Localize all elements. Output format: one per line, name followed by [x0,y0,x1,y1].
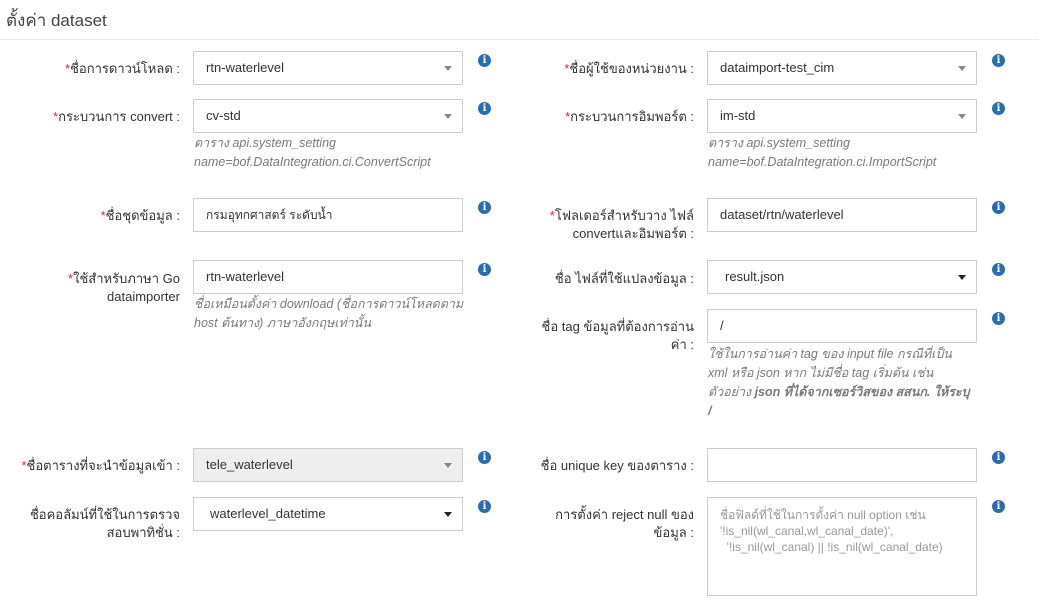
import-table-select: tele_waterlevel [193,448,463,482]
info-icon[interactable]: i [992,54,1005,67]
partition-column-select[interactable]: waterlevel_datetime [193,497,463,531]
convert-process-label: *กระบวนการ convert : [20,108,180,126]
reject-null-label-line2: ข้อมูล : [653,525,694,540]
convert-process-select[interactable]: cv-std [193,99,463,133]
download-name-label: *ชื่อการดาวน์โหลด : [20,60,180,78]
agency-user-label-text: ชื่อผู้ใช้ของหน่วยงาน : [569,61,694,76]
info-icon[interactable]: i [478,263,491,276]
info-icon[interactable]: i [992,263,1005,276]
help-line: name=bof.DataIntegration.ci.ConvertScrip… [194,155,431,169]
page-title: ตั้งค่า dataset [6,11,107,30]
help-line: ตาราง api.system_setting [708,136,850,150]
help-line: host ต้นทาง) ภาษาอังกฤษเท่านั้น [194,316,371,330]
folder-label: *โฟลเดอร์สำหรับวาง ไฟล์ convertและอิมพอร… [500,207,694,243]
agency-user-value: dataimport-test_cim [720,60,835,75]
reject-null-textarea[interactable]: ชื่อฟิลด์ที่ใช้ในการตั้งค่า null option … [707,497,977,596]
reject-null-label-line1: การตั้งค่า reject null ของ [555,507,694,522]
info-icon[interactable]: i [992,312,1005,325]
help-line: name=bof.DataIntegration.ci.ImportScript [708,155,937,169]
tag-name-value: / [720,318,724,333]
reject-null-label: การตั้งค่า reject null ของ ข้อมูล : [500,506,694,542]
convert-file-select[interactable]: result.json [707,260,977,294]
convert-process-value: cv-std [206,108,241,123]
partition-column-label: ชื่อคอลัมน์ที่ใช้ในการตรวจ สอบพาทิชั่น : [20,506,180,542]
download-name-label-text: ชื่อการดาวน์โหลด : [70,61,180,76]
convert-file-value: result.json [725,269,785,284]
placeholder-line: ชื่อฟิลด์ที่ใช้ในการตั้งค่า null option … [720,508,926,522]
chevron-down-icon [444,512,452,517]
help-line-bold: / [708,404,712,418]
tag-name-input[interactable]: / [707,309,977,343]
folder-label-line1: โฟลเดอร์สำหรับวาง ไฟล์ [554,208,694,223]
import-table-label-text: ชื่อตารางที่จะนำข้อมูลเข้า : [26,458,180,473]
folder-input[interactable]: dataset/rtn/waterlevel [707,198,977,232]
import-process-help: ตาราง api.system_setting name=bof.DataIn… [708,134,1008,172]
import-table-label: *ชื่อตารางที่จะนำข้อมูลเข้า : [20,457,180,475]
page-header: ตั้งค่า dataset [0,0,1039,40]
tag-name-label: ชื่อ tag ข้อมูลที่ต้องการอ่าน ค่า : [500,318,694,354]
chevron-down-icon [958,66,966,71]
info-icon[interactable]: i [478,102,491,115]
folder-value: dataset/rtn/waterlevel [720,207,844,222]
tag-name-label-line2: ค่า : [670,337,694,352]
dataset-name-value: กรมอุทกศาสตร์ ระดับน้ำ [206,208,333,222]
unique-key-label: ชื่อ unique key ของตาราง : [540,458,694,473]
import-process-select[interactable]: im-std [707,99,977,133]
tag-name-label-line1: ชื่อ tag ข้อมูลที่ต้องการอ่าน [541,319,694,334]
download-name-value: rtn-waterlevel [206,60,285,75]
import-table-value: tele_waterlevel [206,457,293,472]
import-process-label-text: กระบวนการอิมพอร์ต : [570,109,694,124]
chevron-down-icon [444,114,452,119]
agency-user-label: *ชื่อผู้ใช้ของหน่วยงาน : [500,60,694,78]
chevron-down-icon [958,114,966,119]
help-line-bold: json ที่ได้จากเซอร์วิสของ สสนก. ให้ระบุ [754,385,970,399]
go-importer-label-line2: dataimporter [107,289,180,304]
help-line: xml หรือ json หาก ไม่มีชื่อ tag เริ่มต้น… [708,366,934,380]
dataset-name-label: *ชื่อชุดข้อมูล : [20,207,180,225]
agency-user-select[interactable]: dataimport-test_cim [707,51,977,85]
dataset-name-input[interactable]: กรมอุทกศาสตร์ ระดับน้ำ [193,198,463,232]
go-importer-input[interactable]: rtn-waterlevel [193,260,463,294]
chevron-down-icon [958,275,966,280]
info-icon[interactable]: i [478,201,491,214]
chevron-down-icon [444,66,452,71]
dataset-name-label-text: ชื่อชุดข้อมูล : [105,208,180,223]
help-line: ใช้ในการอ่านค่า tag ของ input file กรณีท… [708,347,952,361]
help-line: ตาราง api.system_setting [194,136,336,150]
import-process-value: im-std [720,108,756,123]
info-icon[interactable]: i [478,500,491,513]
go-importer-label: *ใช้สำหรับภาษา Go dataimporter [20,270,180,306]
convert-file-label: ชื่อ ไฟล์ที่ใช้แปลงข้อมูล : [554,271,694,286]
download-name-select[interactable]: rtn-waterlevel [193,51,463,85]
partition-column-label-line1: ชื่อคอลัมน์ที่ใช้ในการตรวจ [29,507,180,522]
placeholder-line: '!is_nil(wl_canal,wl_canal_date)', [720,524,894,538]
tag-name-help: ใช้ในการอ่านค่า tag ของ input file กรณีท… [708,345,998,421]
folder-label-line2: convertและอิมพอร์ต : [572,226,694,241]
info-icon[interactable]: i [992,201,1005,214]
convert-process-help: ตาราง api.system_setting name=bof.DataIn… [194,134,484,172]
help-line: ชื่อเหมือนตั้งค่า download (ชื่อการดาวน์… [194,297,464,311]
placeholder-line: '!is_nil(wl_canal) || !is_nil(wl_canal_d… [720,540,943,554]
chevron-down-icon [444,463,452,468]
go-importer-help: ชื่อเหมือนตั้งค่า download (ชื่อการดาวน์… [194,295,484,333]
info-icon[interactable]: i [992,451,1005,464]
convert-process-label-text: กระบวนการ convert : [58,109,180,124]
unique-key-input[interactable] [707,448,977,482]
info-icon[interactable]: i [992,500,1005,513]
info-icon[interactable]: i [478,54,491,67]
partition-column-value: waterlevel_datetime [210,506,326,521]
help-line: ตัวอย่าง [708,385,755,399]
import-process-label: *กระบวนการอิมพอร์ต : [500,108,694,126]
partition-column-label-line2: สอบพาทิชั่น : [106,525,180,540]
info-icon[interactable]: i [478,451,491,464]
go-importer-label-line1: ใช้สำหรับภาษา Go [73,271,180,286]
info-icon[interactable]: i [992,102,1005,115]
go-importer-value: rtn-waterlevel [206,269,285,284]
